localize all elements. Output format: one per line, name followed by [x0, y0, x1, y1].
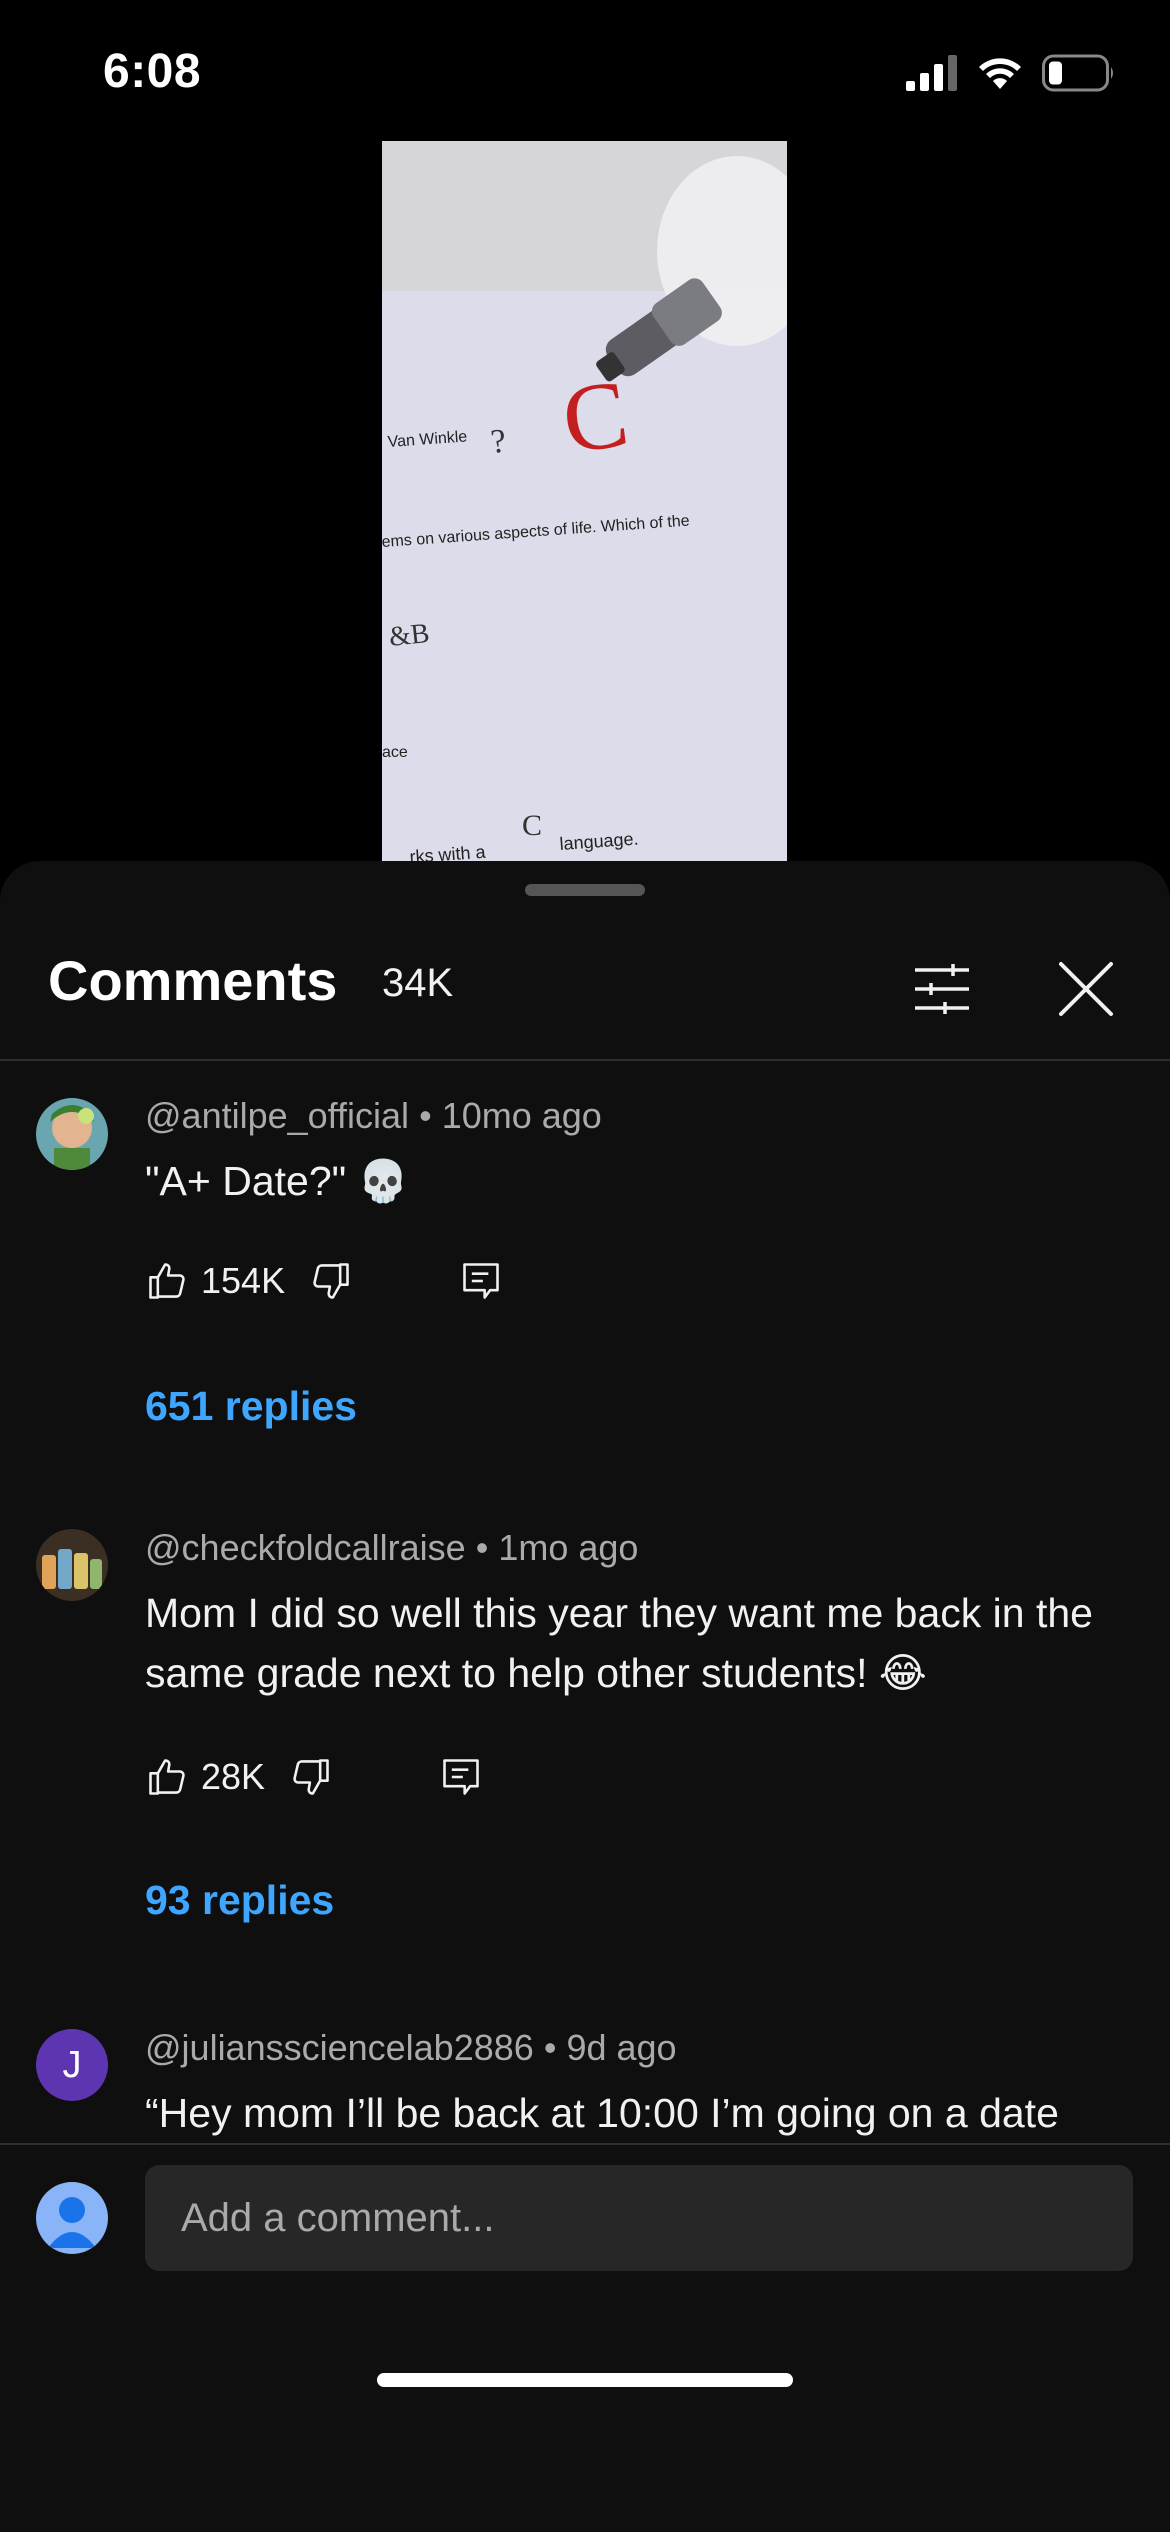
video-frame: C Van Winkle ? ems on various aspects of…	[382, 141, 787, 861]
comment-item: @antilpe_official • 10mo ago "A+ Date?" …	[0, 1061, 1170, 1491]
svg-text:C: C	[522, 809, 542, 842]
comments-sheet: Comments 34K @antilpe_official • 10mo ag…	[0, 861, 1170, 2532]
dislike-button[interactable]	[289, 1755, 333, 1799]
comment-item: @checkfoldcallraise • 1mo ago Mom I did …	[0, 1491, 1170, 1991]
avatar[interactable]	[36, 1098, 108, 1170]
comment-age: 9d ago	[566, 2027, 677, 2068]
video-player[interactable]: C Van Winkle ? ems on various aspects of…	[382, 141, 787, 861]
reply-icon	[463, 1263, 499, 1299]
signal-icon	[906, 55, 957, 91]
comment-actions: 154K	[145, 1251, 503, 1311]
wifi-icon	[979, 58, 1021, 89]
view-replies-link[interactable]: 651 replies	[145, 1383, 357, 1430]
thumbs-up-icon	[149, 1263, 185, 1299]
reply-icon	[443, 1759, 479, 1795]
view-replies-link[interactable]: 93 replies	[145, 1877, 334, 1924]
close-icon	[1059, 962, 1113, 1016]
add-comment-input[interactable]	[145, 2165, 1133, 2271]
comment-age: 1mo ago	[498, 1527, 639, 1568]
like-button[interactable]: 28K	[145, 1755, 289, 1799]
comment-text: “Hey mom I’ll be back at 10:00 I’m going…	[145, 2090, 1059, 2136]
status-time: 6:08	[103, 45, 202, 98]
avatar[interactable]	[36, 1529, 108, 1601]
comment-author[interactable]: @checkfoldcallraise	[145, 1527, 466, 1568]
comment-text: Mom I did so well this year they want me…	[145, 1590, 1093, 1696]
thumbs-down-icon	[313, 1263, 349, 1299]
reply-button[interactable]	[439, 1755, 483, 1799]
comment-item: J @julianssciencelab2886 • 9d ago “Hey m…	[0, 1991, 1170, 2143]
avatar-initial: J	[62, 2043, 82, 2086]
avatar[interactable]: J	[36, 2029, 108, 2101]
svg-text:&B: &B	[387, 618, 430, 653]
comments-count: 34K	[382, 961, 454, 1005]
like-count: 154K	[201, 1260, 286, 1301]
like-count: 28K	[201, 1756, 266, 1797]
home-indicator[interactable]	[377, 2373, 793, 2387]
comments-list[interactable]: @antilpe_official • 10mo ago "A+ Date?" …	[0, 1061, 1170, 2143]
comment-author[interactable]: @antilpe_official	[145, 1095, 409, 1136]
thumbs-down-icon	[293, 1759, 329, 1795]
comment-age: 10mo ago	[441, 1095, 602, 1136]
sliders-icon	[915, 964, 969, 1014]
status-bar: 6:08	[0, 0, 1170, 140]
battery-icon	[1042, 54, 1113, 92]
comment-text: "A+ Date?" 💀	[145, 1158, 409, 1204]
comments-title: Comments	[48, 949, 338, 1012]
default-avatar-icon	[48, 2197, 96, 2248]
user-avatar[interactable]	[36, 2182, 108, 2254]
sort-filter-button[interactable]	[902, 953, 982, 1025]
svg-text:ace: ace	[382, 744, 408, 761]
add-comment-bar	[0, 2143, 1170, 2532]
drag-handle[interactable]	[525, 884, 645, 896]
close-button[interactable]	[1046, 953, 1126, 1025]
comment-actions: 28K	[145, 1747, 483, 1807]
like-button[interactable]: 154K	[145, 1259, 309, 1303]
thumbs-up-icon	[149, 1759, 185, 1795]
dislike-button[interactable]	[309, 1259, 353, 1303]
reply-button[interactable]	[459, 1259, 503, 1303]
comment-author[interactable]: @julianssciencelab2886	[145, 2027, 534, 2068]
